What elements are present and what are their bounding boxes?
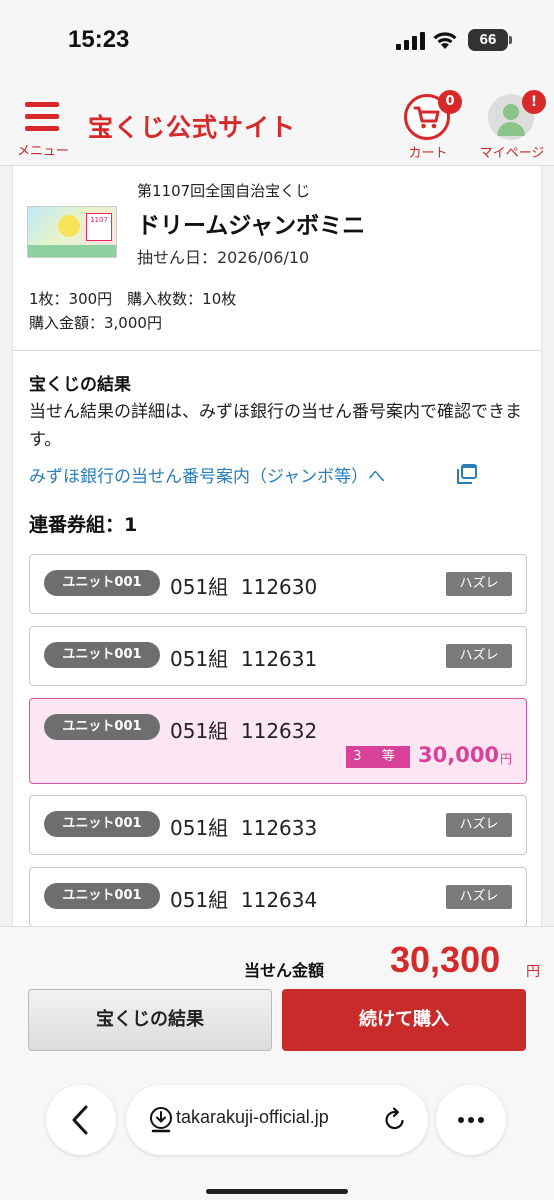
purchase-total: 購入金額：3,000円 — [29, 314, 162, 332]
ticket-row: ユニット001 051組 112630 ハズレ — [29, 554, 527, 614]
mizuho-results-link[interactable]: みずほ銀行の当せん番号案内（ジャンボ等）へ — [29, 462, 385, 487]
ticket-number: 051組 112634 — [170, 888, 318, 912]
results-heading: 宝くじの結果 — [29, 375, 131, 395]
status-bar: 15:23 66 — [0, 0, 554, 80]
lottery-round: 第1107回全国自治宝くじ — [137, 182, 311, 200]
ticket-row: ユニット001 051組 112634 ハズレ — [29, 867, 527, 926]
unit-pill: ユニット001 — [44, 883, 160, 909]
status-time: 15:23 — [68, 26, 130, 53]
chevron-left-icon — [72, 1105, 88, 1135]
lose-badge: ハズレ — [446, 813, 512, 837]
lose-badge: ハズレ — [446, 885, 512, 909]
prize-yen: 円 — [500, 752, 513, 766]
menu-button[interactable]: メニュー — [12, 100, 74, 160]
ticket-row: ユニット001 051組 112633 ハズレ — [29, 795, 527, 855]
prize-amount: 30,000 — [418, 743, 500, 767]
lottery-name: ドリームジャンボミニ — [137, 213, 366, 239]
ticket-number: 051組 112630 — [170, 575, 318, 599]
bottom-action-bar: 当せん金額 30,300 円 宝くじの結果 続けて購入 takarakuji-o… — [0, 926, 554, 1200]
draw-date: 抽せん日：2026/06/10 — [137, 248, 310, 267]
battery-level: 66 — [468, 29, 508, 51]
prize-rank-badge: 3 等 — [346, 746, 410, 768]
site-header: メニュー 宝くじ公式サイト 0 カート ! マイページ — [0, 80, 554, 166]
reload-icon[interactable] — [382, 1107, 408, 1133]
winning-ticket-row: ユニット001 051組 112632 3 等 30,000 円 — [29, 698, 527, 784]
home-indicator — [206, 1189, 348, 1194]
browser-back-button[interactable] — [46, 1085, 116, 1155]
download-icon[interactable] — [148, 1107, 174, 1133]
unit-pill: ユニット001 — [44, 811, 160, 837]
browser-url: takarakuji-official.jp — [176, 1107, 329, 1127]
ticket-number: 051組 112632 — [170, 719, 318, 743]
winning-total-amount: 30,300 — [390, 939, 501, 980]
unit-pill: ユニット001 — [44, 570, 160, 596]
continue-purchase-button[interactable]: 続けて購入 — [282, 989, 526, 1051]
cart-label: カート — [408, 146, 448, 161]
divider — [13, 350, 541, 351]
mypage-button[interactable]: ! マイページ — [474, 90, 550, 161]
menu-label: メニュー — [16, 144, 69, 159]
winning-total-yen: 円 — [526, 964, 540, 980]
winning-total-label: 当せん金額 — [244, 961, 325, 980]
results-description: 当せん結果の詳細は、みずほ銀行の当せん番号案内で確認できます。 — [29, 402, 522, 450]
lose-badge: ハズレ — [446, 572, 512, 596]
lottery-results-button[interactable]: 宝くじの結果 — [28, 989, 272, 1051]
lose-badge: ハズレ — [446, 644, 512, 668]
mypage-label: マイページ — [479, 146, 545, 161]
ticket-row: ユニット001 051組 112631 ハズレ — [29, 626, 527, 686]
external-link-icon[interactable] — [457, 464, 477, 484]
site-logo[interactable]: 宝くじ公式サイト — [88, 108, 296, 144]
cart-count-badge: 0 — [438, 90, 462, 114]
price-info: 1枚：300円 購入枚数：10枚 — [29, 290, 237, 308]
lottery-ticket-image: 1107 — [27, 206, 117, 258]
cellular-signal-icon — [396, 32, 425, 50]
unit-pill: ユニット001 — [44, 642, 160, 668]
mypage-alert-badge: ! — [522, 90, 546, 114]
series-heading: 連番券組：1 — [29, 514, 138, 536]
hamburger-icon — [25, 102, 59, 132]
wifi-icon — [433, 32, 457, 49]
ticket-number: 051組 112633 — [170, 816, 318, 840]
cart-button[interactable]: 0 カート — [400, 90, 462, 161]
browser-more-button[interactable] — [436, 1085, 506, 1155]
battery-nub — [509, 36, 512, 44]
unit-pill: ユニット001 — [44, 714, 160, 740]
more-dots-icon — [458, 1117, 484, 1123]
ticket-number: 051組 112631 — [170, 647, 318, 671]
browser-address-bar[interactable]: takarakuji-official.jp — [126, 1085, 428, 1155]
purchase-detail-card: 1107 第1107回全国自治宝くじ ドリームジャンボミニ 抽せん日：2026/… — [12, 166, 542, 926]
